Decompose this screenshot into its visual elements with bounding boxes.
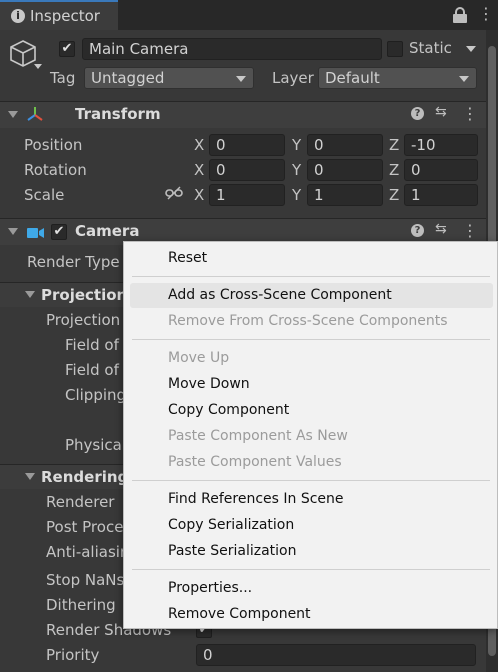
- menu-item-paste-as-new: Paste Component As New: [168, 428, 348, 444]
- post-processing-label: Post Proce: [46, 518, 124, 536]
- rotation-z-field[interactable]: 0: [404, 159, 478, 181]
- field-of-view-label: Field of: [65, 336, 119, 354]
- chevron-down-icon[interactable]: [34, 64, 42, 69]
- menu-separator: [132, 480, 490, 481]
- scale-y-field[interactable]: 1: [307, 184, 383, 206]
- tab-title: Inspector: [30, 7, 100, 25]
- render-type-label: Render Type: [27, 253, 120, 271]
- menu-item-copy-serialization[interactable]: Copy Serialization: [168, 517, 294, 533]
- physical-camera-label: Physica: [65, 436, 122, 454]
- rotation-label: Rotation: [24, 161, 87, 179]
- transform-title: Transform: [75, 105, 161, 123]
- axis-z-label: Z: [389, 136, 400, 154]
- lock-icon-body: [453, 14, 467, 23]
- position-y-field[interactable]: 0: [307, 134, 383, 156]
- preset-icon[interactable]: ⇆: [435, 104, 447, 120]
- rotation-y-field[interactable]: 0: [307, 159, 383, 181]
- menu-separator: [132, 569, 490, 570]
- foldout-arrow-icon[interactable]: [25, 291, 35, 298]
- kebab-menu-icon[interactable]: ⋮: [478, 4, 494, 23]
- chevron-down-icon: [459, 76, 469, 82]
- help-icon[interactable]: ?: [411, 107, 424, 120]
- field-of-view-axis-label: Field of: [65, 361, 119, 379]
- axis-y-label: Y: [292, 136, 302, 154]
- foldout-arrow-icon[interactable]: [25, 473, 35, 480]
- check-icon: ✔: [61, 41, 73, 56]
- camera-icon: [27, 225, 45, 243]
- menu-item-move-down[interactable]: Move Down: [168, 376, 250, 392]
- position-z-field[interactable]: -10: [404, 134, 478, 156]
- tag-label: Tag: [50, 69, 76, 87]
- position-label: Position: [24, 136, 83, 154]
- chevron-down-icon: [236, 76, 246, 82]
- static-checkbox[interactable]: [387, 41, 403, 57]
- tab-inspector[interactable]: i Inspector: [0, 0, 118, 30]
- transform-gizmo-icon: [26, 106, 44, 126]
- axis-y-label: Y: [292, 186, 302, 204]
- menu-item-properties[interactable]: Properties...: [168, 580, 252, 596]
- tag-dropdown[interactable]: Untagged: [84, 67, 254, 89]
- priority-field[interactable]: 0: [196, 644, 476, 666]
- menu-item-paste-serialization[interactable]: Paste Serialization: [168, 543, 297, 559]
- name-field[interactable]: Main Camera: [82, 38, 382, 60]
- anti-aliasing-label: Anti-aliasir: [46, 543, 127, 561]
- projection-label: Projection: [46, 311, 121, 329]
- camera-title: Camera: [75, 222, 140, 240]
- kebab-menu-icon[interactable]: ⋮: [462, 221, 478, 240]
- axis-z-label: Z: [389, 161, 400, 179]
- info-icon: i: [11, 9, 25, 23]
- component-context-menu: Reset Add as Cross-Scene Component Remov…: [123, 241, 498, 629]
- menu-item-paste-values: Paste Component Values: [168, 454, 342, 470]
- menu-item-copy-component[interactable]: Copy Component: [168, 402, 289, 418]
- scale-label: Scale: [24, 186, 65, 204]
- stop-nans-label: Stop NaNs: [46, 571, 125, 589]
- scale-x-field[interactable]: 1: [209, 184, 285, 206]
- layer-value: Default: [325, 69, 380, 87]
- layer-dropdown[interactable]: Default: [318, 67, 477, 89]
- tag-value: Untagged: [91, 69, 165, 87]
- clipping-planes-label: Clipping: [65, 386, 127, 404]
- menu-item-move-up: Move Up: [168, 350, 230, 366]
- active-checkbox[interactable]: ✔: [59, 41, 75, 57]
- foldout-arrow-icon[interactable]: [8, 228, 18, 235]
- axis-z-label: Z: [389, 186, 400, 204]
- help-icon[interactable]: ?: [411, 224, 424, 237]
- menu-item-add-cross-scene[interactable]: Add as Cross-Scene Component: [168, 287, 392, 303]
- renderer-label: Renderer: [46, 493, 115, 511]
- rendering-section-title: Rendering: [41, 468, 129, 486]
- projection-section-title: Projection: [41, 286, 128, 304]
- menu-item-remove-cross-scene: Remove From Cross-Scene Components: [168, 313, 448, 329]
- position-x-field[interactable]: 0: [209, 134, 285, 156]
- priority-label: Priority: [46, 646, 100, 664]
- static-label: Static: [409, 39, 452, 57]
- kebab-menu-icon[interactable]: ⋮: [462, 104, 478, 123]
- axis-y-label: Y: [292, 161, 302, 179]
- axis-x-label: X: [194, 186, 205, 204]
- dithering-label: Dithering: [46, 596, 116, 614]
- foldout-arrow-icon[interactable]: [8, 111, 18, 118]
- scale-z-field[interactable]: 1: [404, 184, 478, 206]
- layer-label: Layer: [272, 69, 314, 87]
- menu-separator: [132, 339, 490, 340]
- axis-x-label: X: [194, 161, 205, 179]
- menu-item-reset[interactable]: Reset: [168, 250, 207, 266]
- menu-item-remove-component[interactable]: Remove Component: [168, 606, 311, 622]
- axis-x-label: X: [194, 136, 205, 154]
- rotation-x-field[interactable]: 0: [209, 159, 285, 181]
- preset-icon[interactable]: ⇆: [435, 221, 447, 237]
- check-icon: ✔: [53, 224, 65, 239]
- static-dropdown-icon[interactable]: [466, 46, 476, 52]
- menu-item-find-references[interactable]: Find References In Scene: [168, 491, 344, 507]
- link-broken-icon[interactable]: [165, 186, 183, 204]
- menu-separator: [132, 276, 490, 277]
- camera-enabled-checkbox[interactable]: ✔: [51, 224, 67, 240]
